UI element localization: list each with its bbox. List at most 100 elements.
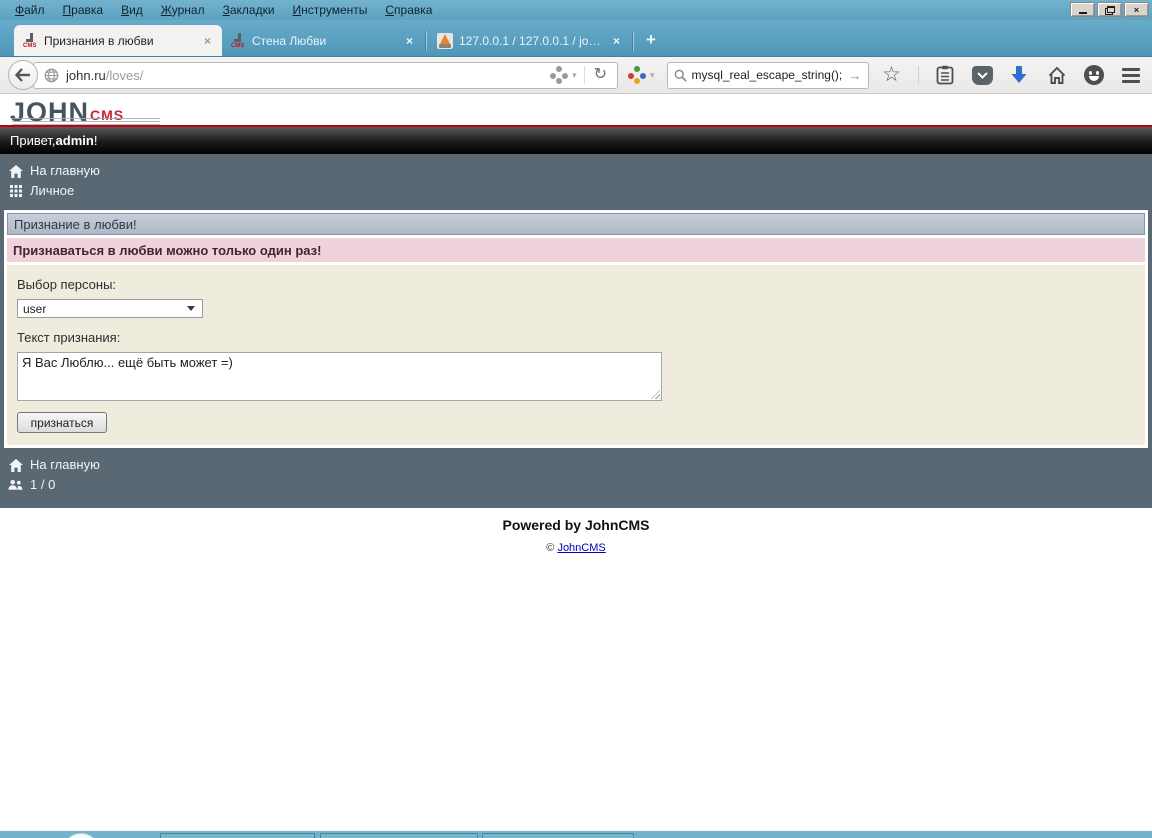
start-orb-button[interactable] (62, 833, 100, 838)
app-menu-button[interactable] (1120, 64, 1142, 86)
menu-edit[interactable]: Правка (54, 1, 113, 19)
online-counter[interactable]: 1 / 0 (8, 475, 1152, 495)
menu-file[interactable]: Файл (6, 1, 54, 19)
grid-icon (8, 185, 23, 198)
johncms-favicon-icon: CMS (22, 32, 38, 49)
tab-separator (426, 31, 427, 51)
logo-hatch-decoration (12, 118, 160, 125)
powered-by-text: Powered by JohnCMS (502, 517, 650, 533)
url-host: john.ru (66, 67, 106, 83)
phpmyadmin-favicon-icon (437, 32, 453, 49)
search-input[interactable] (691, 68, 847, 82)
home-icon (1048, 66, 1065, 84)
tab-close-icon[interactable]: × (610, 34, 623, 48)
users-icon (8, 479, 23, 492)
url-bar[interactable]: john.ru/loves/ ▾ ↻ (33, 61, 618, 89)
bottom-navigation: На главную 1 / 0 (0, 448, 1152, 508)
browser-window: Файл Правка Вид Журнал Закладки Инструме… (0, 0, 1152, 838)
tab-phpmyadmin[interactable]: 127.0.0.1 / 127.0.0.1 / johnc... × (429, 25, 631, 56)
menu-history[interactable]: Журнал (152, 1, 214, 19)
home-button[interactable] (1046, 64, 1068, 86)
menu-bookmarks[interactable]: Закладки (214, 1, 284, 19)
toolbar-icons: ☆ (881, 64, 1142, 86)
menu-help[interactable]: Справка (376, 1, 441, 19)
person-select[interactable]: user (17, 299, 203, 318)
confession-textarea[interactable]: Я Вас Люблю... ещё быть может =) (17, 352, 662, 401)
greeting-prefix: Привет, (10, 133, 56, 148)
restore-button[interactable] (1097, 2, 1122, 17)
search-icon (674, 69, 687, 82)
speed-dial-toolbar-button[interactable]: ▾ (628, 66, 655, 84)
tab-title: 127.0.0.1 / 127.0.0.1 / johnc... (459, 33, 610, 48)
search-bar: → (666, 61, 869, 89)
download-arrow-icon (1011, 66, 1027, 83)
web-page: JOHN CMS Привет, admin! На главную Лично… (0, 94, 1152, 830)
nav-label: На главную (30, 457, 100, 472)
johncms-favicon-icon: CMS (230, 32, 246, 49)
tab-confessions[interactable]: CMS Признания в любви × (14, 25, 222, 56)
footer-home-link[interactable]: На главную (8, 455, 1152, 475)
warning-bar: Признаваться в любви можно только один р… (7, 238, 1145, 262)
navigation-toolbar: john.ru/loves/ ▾ ↻ ▾ → ☆ (0, 57, 1152, 94)
confession-text-label: Текст признания: (17, 330, 121, 345)
close-button[interactable]: × (1124, 2, 1149, 17)
person-select-value: user (23, 301, 47, 316)
bookmark-star-button[interactable]: ☆ (881, 64, 903, 86)
taskbar-button[interactable] (160, 833, 315, 838)
star-icon: ☆ (882, 63, 901, 86)
menu-view[interactable]: Вид (112, 1, 152, 19)
downloads-button[interactable] (1008, 64, 1030, 86)
speed-dial-icon[interactable] (550, 66, 569, 84)
close-icon: × (1133, 4, 1140, 15)
nav-label: На главную (30, 163, 100, 178)
person-select-label: Выбор персоны: (17, 277, 117, 292)
url-path: /loves/ (105, 67, 144, 83)
johncms-link[interactable]: JohnCMS (557, 542, 605, 554)
page-footer: Powered by JohnCMS © JohnCMS (0, 508, 1152, 830)
greeting-username: admin (55, 133, 94, 148)
back-button[interactable] (8, 60, 38, 90)
home-icon (8, 458, 23, 472)
tab-wall-of-love[interactable]: CMS Стена Любви × (222, 25, 424, 56)
tab-close-icon[interactable]: × (403, 34, 416, 48)
tab-separator (633, 31, 634, 51)
reload-button[interactable]: ↻ (592, 64, 613, 86)
url-text: john.ru/loves/ (66, 68, 550, 83)
top-navigation: На главную Личное (0, 154, 1152, 210)
dropdown-chevron-icon: ▾ (650, 69, 655, 80)
back-arrow-icon (15, 68, 30, 82)
dropdown-chevron-icon[interactable]: ▾ (572, 70, 577, 81)
search-go-icon[interactable]: → (847, 68, 862, 83)
nav-home-link[interactable]: На главную (8, 161, 1152, 181)
home-icon (8, 164, 23, 178)
emoji-extension-button[interactable] (1083, 64, 1105, 86)
online-count: 1 / 0 (30, 477, 56, 492)
tab-bar: CMS Признания в любви × CMS Стена Любви … (0, 20, 1152, 57)
pocket-icon (971, 65, 993, 85)
smiley-icon (1083, 65, 1104, 85)
tab-title: Стена Любви (252, 33, 327, 48)
nav-personal-link[interactable]: Личное (8, 181, 1152, 201)
greeting-suffix: ! (93, 133, 98, 148)
taskbar-button[interactable] (320, 833, 478, 838)
globe-icon (44, 68, 59, 82)
pocket-button[interactable] (971, 64, 993, 86)
tab-title: Признания в любви (44, 33, 154, 48)
confess-submit-button[interactable]: признаться (17, 412, 107, 433)
select-arrow-icon (187, 306, 195, 311)
taskbar-button[interactable] (482, 833, 634, 838)
copyright-symbol: © (546, 542, 555, 554)
minimize-button[interactable] (1070, 2, 1095, 17)
tab-close-icon[interactable]: × (201, 34, 214, 48)
clipboard-icon (936, 65, 954, 85)
toolbar-separator (917, 66, 919, 84)
urlbar-separator (583, 66, 585, 84)
speed-dial-colored-icon (628, 66, 646, 84)
restore-icon (1106, 6, 1115, 13)
menu-tools[interactable]: Инструменты (284, 1, 377, 19)
new-tab-button[interactable]: + (636, 30, 666, 50)
minimize-icon (1078, 12, 1087, 14)
confession-form: Выбор персоны: user Текст признания: Я В… (7, 265, 1145, 445)
bookmarks-menu-button[interactable] (934, 64, 956, 86)
warning-text: Признаваться в любви можно только один р… (13, 242, 322, 258)
